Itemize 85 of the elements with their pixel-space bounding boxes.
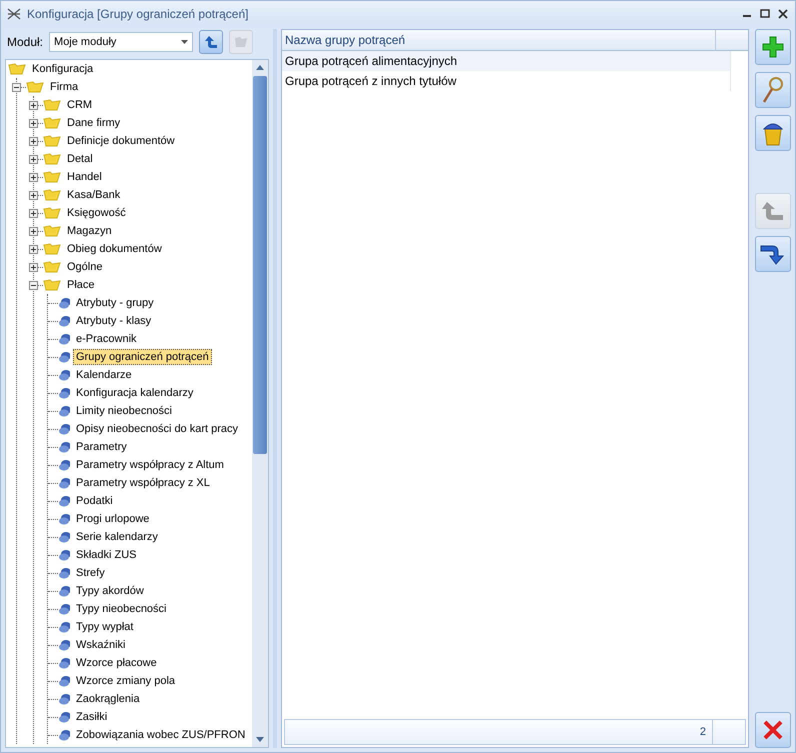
tree-item[interactable]: Magazyn (64, 223, 115, 239)
expand-toggle[interactable] (29, 172, 38, 182)
tree-item[interactable]: Grupy ograniczeń potrąceń (73, 349, 212, 365)
add-button[interactable] (755, 29, 791, 65)
folder-icon (234, 36, 248, 48)
redo-button[interactable] (755, 236, 791, 272)
folder-icon (43, 261, 61, 273)
tree-item[interactable]: Atrybuty - grupy (73, 295, 157, 311)
tree-item[interactable]: Podatki (73, 493, 116, 509)
folder-icon (43, 207, 61, 219)
tree-item[interactable]: Zasiłki (73, 709, 110, 725)
expand-toggle[interactable] (29, 208, 38, 218)
tree-item[interactable]: Dane firmy (64, 115, 124, 131)
close-icon[interactable] (777, 8, 789, 20)
tree-item[interactable]: Handel (64, 169, 105, 185)
tree-item[interactable]: Limity nieobecności (73, 403, 175, 419)
folder-icon (26, 81, 44, 93)
tree-item[interactable]: Konfiguracja kalendarzy (73, 385, 196, 401)
folder-icon (43, 99, 61, 111)
folder-icon (43, 153, 61, 165)
tree-item[interactable]: Kalendarze (73, 367, 135, 383)
expand-toggle[interactable] (29, 262, 38, 272)
tree-item[interactable]: Progi urlopowe (73, 511, 152, 527)
expand-toggle[interactable] (29, 154, 38, 164)
close-icon (762, 719, 784, 741)
expand-toggle[interactable] (29, 100, 38, 110)
close-button[interactable] (755, 712, 791, 748)
tree-item[interactable]: Typy nieobecności (73, 601, 170, 617)
tree-item[interactable]: Ogólne (64, 259, 106, 275)
folder-icon (43, 243, 61, 255)
tree-item[interactable]: Detal (64, 151, 96, 167)
folder-icon (43, 189, 61, 201)
expand-toggle[interactable] (29, 226, 38, 236)
curved-arrow-icon (204, 35, 218, 49)
collapse-toggle[interactable] (12, 82, 21, 92)
folder-icon (43, 171, 61, 183)
tree-item[interactable]: Wzorce płacowe (73, 655, 160, 671)
tree-item[interactable]: Atrybuty - klasy (73, 313, 154, 329)
folder-icon (8, 63, 26, 75)
plus-icon (761, 35, 785, 59)
tree-item[interactable]: Zaokrąglenia (73, 691, 143, 707)
tree-item[interactable]: Parametry współpracy z XL (73, 475, 213, 491)
scrollbar[interactable] (252, 60, 268, 747)
tree-item[interactable]: Wskaźniki (73, 637, 129, 653)
folder-icon (43, 279, 61, 291)
return-button[interactable] (199, 30, 224, 54)
tree-item[interactable]: Strefy (73, 565, 108, 581)
tree-item[interactable]: Firma (47, 79, 82, 95)
maximize-icon[interactable] (759, 8, 771, 20)
tree-item[interactable]: Serie kalendarzy (73, 529, 161, 545)
tree-item[interactable]: Kasa/Bank (64, 187, 124, 203)
window-title: Konfiguracja [Grupy ograniczeń potrąceń] (27, 7, 250, 21)
magnifier-icon (761, 76, 785, 104)
caret-icon (181, 40, 188, 44)
record-count: 2 (285, 720, 713, 744)
expand-toggle[interactable] (29, 136, 38, 146)
curved-arrow-icon (761, 199, 785, 223)
folder-icon (43, 135, 61, 147)
table-cell[interactable]: Grupa potrąceń alimentacyjnych (282, 51, 731, 71)
tree-item[interactable]: e-Pracownik (73, 331, 140, 347)
expand-toggle[interactable] (29, 244, 38, 254)
tree-item[interactable]: Obieg dokumentów (64, 241, 165, 257)
delete-button[interactable] (755, 115, 791, 151)
tree-item[interactable]: Definicje dokumentów (64, 133, 178, 149)
tree-item[interactable]: Opisy nieobecności do kart pracy (73, 421, 242, 437)
module-dropdown[interactable]: Moje moduły (49, 32, 194, 52)
folder-icon (43, 117, 61, 129)
collapse-toggle[interactable] (29, 280, 38, 290)
folder-icon (43, 225, 61, 237)
tree-item[interactable]: Zobowiązania wobec ZUS/PFRON (73, 727, 248, 743)
scissors-icon (7, 7, 21, 21)
expand-toggle[interactable] (29, 118, 38, 128)
tree-item[interactable]: CRM (64, 97, 96, 113)
tree-item[interactable]: Wzorce zmiany pola (73, 673, 178, 689)
tree-item[interactable]: Typy akordów (73, 583, 147, 599)
module-label: Moduł: (7, 35, 44, 49)
tree-item[interactable]: Składki ZUS (73, 547, 140, 563)
tree-item[interactable]: Parametry współpracy z Altum (73, 457, 227, 473)
tree-item[interactable]: Typy wypłat (73, 619, 136, 635)
expand-toggle[interactable] (29, 190, 38, 200)
tree-item[interactable]: Parametry (73, 439, 130, 455)
tree-item[interactable]: Konfiguracja (29, 61, 96, 77)
edit-button[interactable] (755, 72, 791, 108)
tree-item[interactable]: Płace (64, 277, 98, 293)
tree-item[interactable]: Księgowość (64, 205, 129, 221)
